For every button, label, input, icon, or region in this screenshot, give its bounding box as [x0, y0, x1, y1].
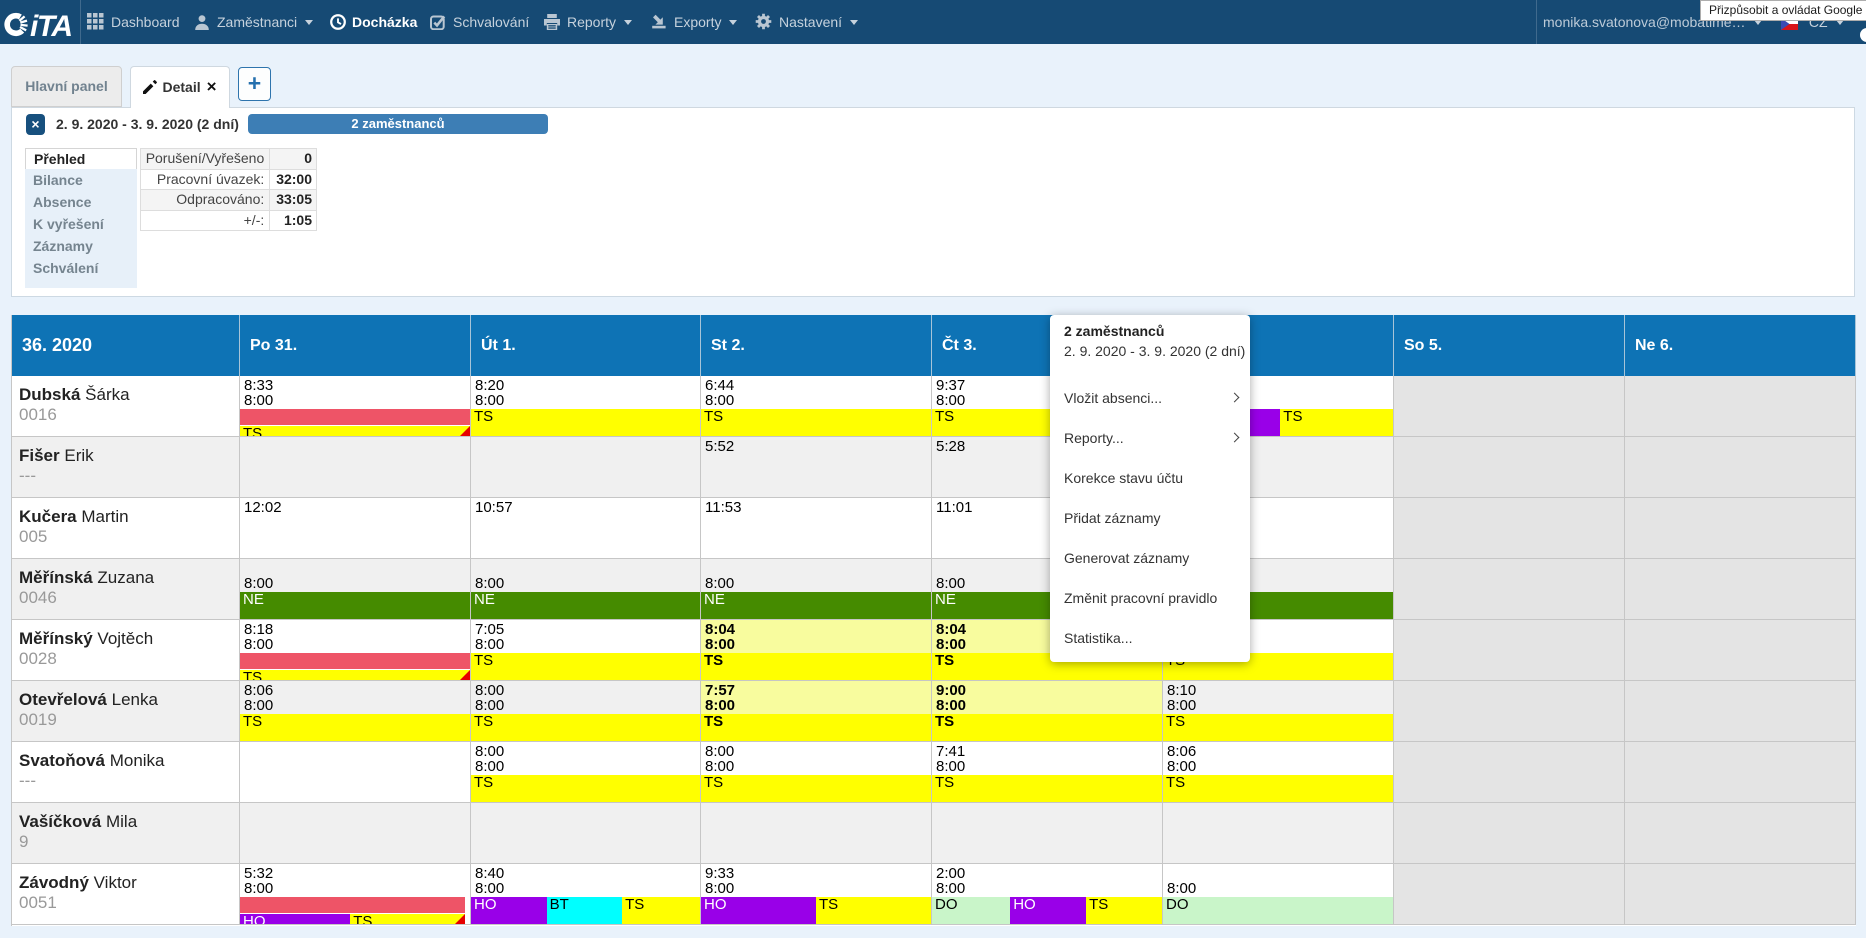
svg-text:iTA: iTA — [30, 10, 72, 43]
